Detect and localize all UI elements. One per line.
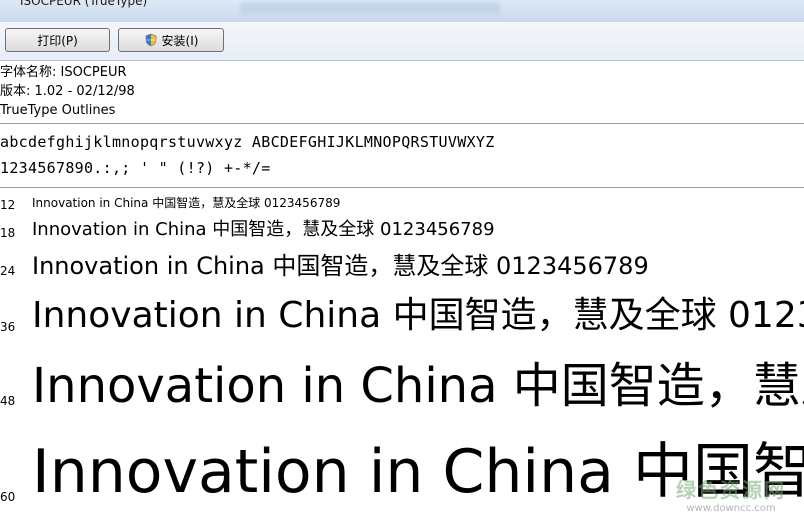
divider (0, 123, 804, 124)
font-version: 版本: 1.02 - 02/12/98 (0, 84, 135, 99)
shield-icon (145, 33, 156, 47)
sample-text: Innovation in China 中国智造，慧及全球 0123456789 (32, 252, 649, 280)
sample-text: Innovation in China 中国智造，慧及全球 0123456789 (32, 196, 341, 210)
titlebar-blur (240, 2, 500, 14)
print-button[interactable]: 打印(P) (5, 28, 110, 52)
charset-symbols: 1234567890.:,; ' " (!?) +-*/= (0, 159, 271, 177)
sample-text: Innovation in China 中国智造，慧及全球 0123456789 (32, 295, 804, 336)
font-info: 字体名称: ISOCPEUR 版本: 1.02 - 02/12/98 TrueT… (0, 63, 135, 120)
install-button[interactable]: 安装(I) (118, 28, 224, 52)
watermark: 绿色资源网 www.downcc.com (676, 474, 786, 514)
sample-size-label: 24 (0, 264, 16, 278)
watermark-text: 绿色资源网 (676, 478, 786, 502)
font-outline-type: TrueType Outlines (0, 103, 116, 118)
sample-size-label: 60 (0, 490, 16, 504)
toolbar: 打印(P) 安装(I) (0, 22, 804, 61)
print-button-label: 打印(P) (37, 33, 78, 48)
window-title: ISOCPEUR (TrueType) (20, 0, 148, 8)
divider (0, 187, 804, 188)
sample-size-label: 48 (0, 394, 16, 408)
charset-letters: abcdefghijklmnopqrstuvwxyz ABCDEFGHIJKLM… (0, 133, 495, 151)
sample-size-label: 36 (0, 320, 16, 334)
sample-size-label: 18 (0, 226, 16, 240)
watermark-url: www.downcc.com (686, 503, 776, 514)
sample-text: Innovation in China 中国智造，慧及全球 0123456789 (32, 219, 495, 240)
install-button-label: 安装(I) (161, 33, 199, 48)
window-titlebar: ISOCPEUR (TrueType) (0, 0, 804, 22)
sample-text: Innovation in China 中国智造，慧及全球 0123456789 (32, 358, 804, 414)
sample-size-label: 12 (0, 198, 16, 212)
font-name: 字体名称: ISOCPEUR (0, 65, 127, 80)
